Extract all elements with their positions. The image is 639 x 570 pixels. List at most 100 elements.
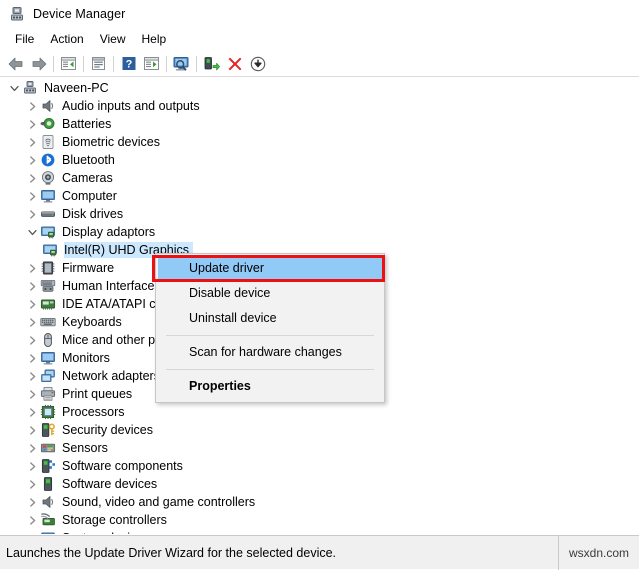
tree-node-bluetooth[interactable]: Bluetooth — [0, 151, 639, 169]
menu-view[interactable]: View — [92, 30, 134, 49]
display-adapter-icon — [40, 224, 56, 240]
chevron-right-icon[interactable] — [24, 403, 40, 421]
software-device-icon — [40, 476, 56, 492]
chevron-right-icon[interactable] — [24, 133, 40, 151]
window-title: Device Manager — [33, 7, 126, 21]
keyboard-icon — [40, 314, 56, 330]
tree-node-label: Monitors — [62, 351, 110, 365]
tree-node-sound-video-and-game-controllers[interactable]: Sound, video and game controllers — [0, 493, 639, 511]
tree-node-label: Storage controllers — [62, 513, 167, 527]
chevron-right-icon[interactable] — [24, 367, 40, 385]
context-menu[interactable]: Update driver Disable device Uninstall d… — [155, 253, 385, 403]
tree-node-software-components[interactable]: Software components — [0, 457, 639, 475]
uninstall-device-icon[interactable] — [223, 53, 246, 75]
chevron-right-icon[interactable] — [24, 457, 40, 475]
chevron-right-icon[interactable] — [24, 511, 40, 529]
tree-node-label: Print queues — [62, 387, 133, 401]
chevron-right-icon[interactable] — [24, 385, 40, 403]
svg-text:?: ? — [125, 59, 132, 71]
toolbar: ? — [0, 51, 639, 77]
device-manager-icon — [9, 6, 25, 22]
processor-icon — [40, 404, 56, 420]
chevron-right-icon[interactable] — [24, 115, 40, 133]
forward-arrow-icon[interactable] — [27, 53, 50, 75]
hid-icon — [40, 278, 56, 294]
chevron-right-icon[interactable] — [24, 529, 40, 534]
menu-bar: File Action View Help — [0, 28, 639, 51]
tree-node-software-devices[interactable]: Software devices — [0, 475, 639, 493]
camera-icon — [40, 170, 56, 186]
ide-controller-icon — [40, 296, 56, 312]
battery-icon — [40, 116, 56, 132]
tree-node-label: Batteries — [62, 117, 112, 131]
menu-action[interactable]: Action — [42, 30, 91, 49]
tree-node-audio-inputs-and-outputs[interactable]: Audio inputs and outputs — [0, 97, 639, 115]
chevron-right-icon[interactable] — [24, 313, 40, 331]
context-menu-disable-device[interactable]: Disable device — [156, 281, 384, 306]
tree-node-security-devices[interactable]: Security devices — [0, 421, 639, 439]
scan-hardware-changes-icon[interactable] — [170, 53, 193, 75]
context-menu-update-driver[interactable]: Update driver — [158, 256, 382, 281]
tree-node-disk-drives[interactable]: Disk drives — [0, 205, 639, 223]
chevron-right-icon[interactable] — [24, 331, 40, 349]
chevron-right-icon[interactable] — [24, 295, 40, 313]
chevron-right-icon[interactable] — [24, 439, 40, 457]
title-bar: Device Manager — [0, 0, 639, 28]
chevron-right-icon[interactable] — [24, 205, 40, 223]
tree-node-computer[interactable]: Computer — [0, 187, 639, 205]
tree-node-batteries[interactable]: Batteries — [0, 115, 639, 133]
chevron-right-icon[interactable] — [24, 475, 40, 493]
firmware-icon — [40, 260, 56, 276]
context-menu-separator — [166, 335, 374, 336]
tree-node-label: Firmware — [62, 261, 115, 275]
tree-node-biometric-devices[interactable]: Biometric devices — [0, 133, 639, 151]
chevron-right-icon[interactable] — [24, 97, 40, 115]
chevron-down-icon[interactable] — [24, 223, 40, 241]
display-adapter-icon — [42, 242, 58, 258]
fingerprint-icon — [40, 134, 56, 150]
printer-icon — [40, 386, 56, 402]
tree-node-label: Disk drives — [62, 207, 124, 221]
context-menu-uninstall-device[interactable]: Uninstall device — [156, 306, 384, 331]
back-arrow-icon[interactable] — [4, 53, 27, 75]
context-menu-properties[interactable]: Properties — [156, 374, 384, 399]
tree-node-label: Security devices — [62, 423, 154, 437]
software-component-icon — [40, 458, 56, 474]
tree-node-display-adaptors[interactable]: Display adaptors — [0, 223, 639, 241]
tree-node-storage-controllers[interactable]: Storage controllers — [0, 511, 639, 529]
chevron-right-icon[interactable] — [24, 169, 40, 187]
show-hide-console-tree-icon[interactable] — [57, 53, 80, 75]
tree-node-naveen-pc[interactable]: Naveen-PC — [0, 79, 639, 97]
tree-node-label: Biometric devices — [62, 135, 160, 149]
chevron-right-icon[interactable] — [24, 493, 40, 511]
chevron-right-icon[interactable] — [24, 151, 40, 169]
tree-node-label: Bluetooth — [62, 153, 115, 167]
update-driver-icon[interactable] — [200, 53, 223, 75]
tree-node-sensors[interactable]: Sensors — [0, 439, 639, 457]
show-hidden-devices-icon[interactable] — [140, 53, 163, 75]
chevron-right-icon[interactable] — [24, 187, 40, 205]
help-icon[interactable]: ? — [117, 53, 140, 75]
chevron-right-icon[interactable] — [24, 421, 40, 439]
properties-icon[interactable] — [87, 53, 110, 75]
network-adapter-icon — [40, 368, 56, 384]
context-menu-scan-hardware[interactable]: Scan for hardware changes — [156, 340, 384, 365]
tree-node-system-devices[interactable]: System devices — [0, 529, 639, 534]
tree-node-processors[interactable]: Processors — [0, 403, 639, 421]
tree-node-label: Software devices — [62, 477, 158, 491]
chevron-right-icon[interactable] — [24, 259, 40, 277]
tree-node-cameras[interactable]: Cameras — [0, 169, 639, 187]
menu-file[interactable]: File — [7, 30, 42, 49]
computer-root-icon — [22, 80, 38, 96]
chevron-right-icon[interactable] — [24, 277, 40, 295]
mouse-icon — [40, 332, 56, 348]
tree-node-label: Network adapters — [62, 369, 160, 383]
disable-device-icon[interactable] — [246, 53, 269, 75]
chevron-down-icon[interactable] — [6, 79, 22, 97]
monitor-icon — [40, 188, 56, 204]
context-menu-separator — [166, 369, 374, 370]
menu-help[interactable]: Help — [134, 30, 175, 49]
chevron-right-icon[interactable] — [24, 349, 40, 367]
toolbar-separator — [53, 55, 54, 72]
system-device-icon — [40, 530, 56, 534]
